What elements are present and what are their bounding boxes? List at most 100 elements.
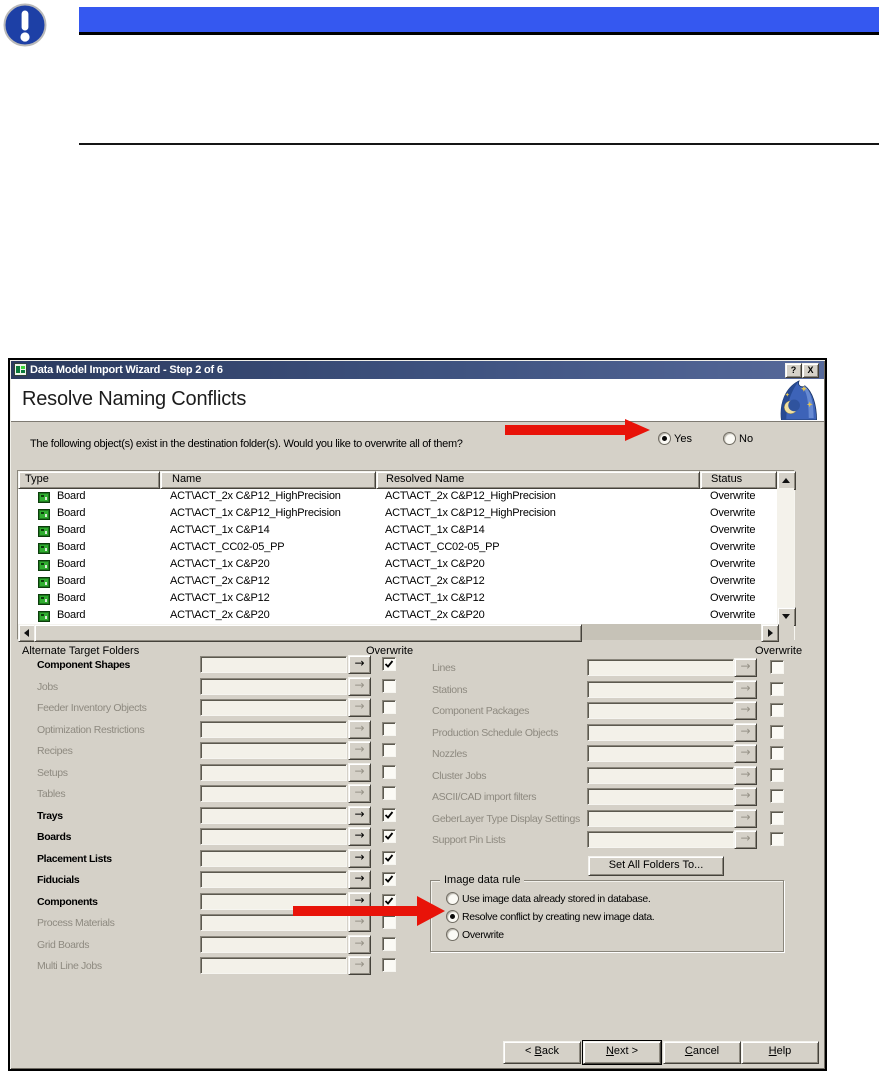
folder-input-setups[interactable] [200, 763, 347, 781]
overwrite-checkbox-feeder-inventory-objects[interactable] [382, 700, 396, 714]
overwrite-checkbox-placement-lists[interactable] [382, 850, 396, 865]
warning-exclamation-icon [3, 3, 47, 47]
overwrite-checkbox-recipes[interactable] [382, 743, 396, 757]
folder-input-boards[interactable] [200, 828, 347, 845]
folder-input-feeder-inventory-objects[interactable] [200, 699, 347, 716]
folder-input-stations[interactable] [587, 680, 734, 698]
horizontal-scroll-thumb[interactable] [34, 624, 582, 642]
browse-arrow-button-lines[interactable]: → [734, 658, 757, 677]
help-button[interactable]: Help [741, 1041, 819, 1064]
cell-status: Overwrite [710, 558, 756, 570]
dialog-titlebar[interactable]: Data Model Import Wizard - Step 2 of 6 ?… [11, 361, 824, 379]
image-rule-radio-use-image-data-already-stored-in-database-[interactable] [446, 892, 459, 905]
column-header-name[interactable]: Name [160, 471, 376, 489]
browse-arrow-button-stations[interactable]: → [734, 679, 757, 699]
overwrite-checkbox-trays[interactable] [382, 807, 396, 822]
cell-status: Overwrite [710, 524, 756, 536]
column-header-type[interactable]: Type [18, 471, 160, 489]
overwrite-checkbox-cluster-jobs[interactable] [770, 767, 784, 782]
browse-arrow-button-fiducials[interactable]: → [348, 870, 371, 889]
folder-input-jobs[interactable] [200, 677, 347, 695]
overwrite-checkbox-support-pin-lists[interactable] [770, 832, 784, 846]
browse-arrow-button-multi-line-jobs[interactable]: → [348, 956, 371, 975]
table-row[interactable]: Board ACT\ACT_2x C&P12 ACT\ACT_2x C&P12 Ove… [18, 573, 777, 590]
overwrite-checkbox-optimization-restrictions[interactable] [382, 721, 396, 736]
overwrite-checkbox-tables[interactable] [382, 786, 396, 800]
column-header-resolved-name[interactable]: Resolved Name [376, 471, 700, 489]
conflicts-table[interactable]: Type Name Resolved Name Status Board ACT\ACT… [17, 470, 796, 642]
browse-arrow-button-component-shapes[interactable]: → [348, 655, 371, 674]
browse-arrow-button-trays[interactable]: → [348, 805, 371, 825]
table-row[interactable]: Board ACT\ACT_1x C&P12 ACT\ACT_1x C&P12 Ove… [18, 590, 777, 607]
folder-input-lines[interactable] [587, 659, 734, 676]
cancel-button[interactable]: Cancel [663, 1041, 741, 1064]
browse-arrow-button-tables[interactable]: → [348, 784, 371, 803]
image-rule-radio-resolve-conflict-by-creating-new-image-data-[interactable] [446, 910, 459, 923]
folder-input-optimization-restrictions[interactable] [200, 720, 347, 738]
browse-arrow-button-ascii-cad-import-filters[interactable]: → [734, 787, 757, 806]
browse-arrow-button-feeder-inventory-objects[interactable]: → [348, 698, 371, 717]
overwrite-all-radio-no[interactable] [723, 432, 736, 445]
folder-input-support-pin-lists[interactable] [587, 831, 734, 848]
folder-input-placement-lists[interactable] [200, 849, 347, 867]
cell-name: ACT\ACT_1x C&P20 [170, 558, 270, 570]
browse-arrow-button-boards[interactable]: → [348, 827, 371, 846]
overwrite-checkbox-component-packages[interactable] [770, 703, 784, 717]
overwrite-all-radio-yes[interactable] [658, 432, 671, 445]
overwrite-checkbox-production-schedule-objects[interactable] [770, 724, 784, 739]
back-button[interactable]: < Back [503, 1041, 581, 1064]
image-rule-radio-overwrite[interactable] [446, 928, 459, 941]
table-row[interactable]: Board ACT\ACT_2x C&P20 ACT\ACT_2x C&P20 Ove… [18, 607, 777, 624]
overwrite-checkbox-stations[interactable] [770, 681, 784, 696]
folder-input-cluster-jobs[interactable] [587, 766, 734, 784]
folder-input-trays[interactable] [200, 806, 347, 824]
overwrite-checkbox-setups[interactable] [382, 764, 396, 779]
folder-input-multi-line-jobs[interactable] [200, 957, 347, 974]
overwrite-checkbox-multi-line-jobs[interactable] [382, 958, 396, 972]
folder-input-tables[interactable] [200, 785, 347, 802]
overwrite-checkbox-lines[interactable] [770, 660, 784, 674]
table-row[interactable]: Board ACT\ACT_1x C&P20 ACT\ACT_1x C&P20 Ove… [18, 556, 777, 573]
overwrite-checkbox-fiducials[interactable] [382, 872, 396, 886]
table-row[interactable]: Board ACT\ACT_1x C&P14 ACT\ACT_1x C&P14 Ove… [18, 522, 777, 539]
vertical-scroll-track[interactable] [777, 488, 794, 607]
table-row[interactable]: Board ACT\ACT_2x C&P12_HighPrecision ACT\A… [18, 488, 777, 505]
folder-label-boards: Boards [37, 831, 72, 843]
folder-input-component-shapes[interactable] [200, 656, 347, 673]
column-header-status[interactable]: Status [700, 471, 777, 489]
scroll-right-button[interactable] [761, 624, 779, 642]
folder-input-production-schedule-objects[interactable] [587, 723, 734, 741]
help-button[interactable]: ? [785, 363, 802, 378]
browse-arrow-button-support-pin-lists[interactable]: → [734, 830, 757, 849]
overwrite-checkbox-grid-boards[interactable] [382, 936, 396, 951]
close-button[interactable]: X [802, 363, 819, 378]
next-button[interactable]: Next > [582, 1040, 662, 1065]
browse-arrow-button-optimization-restrictions[interactable]: → [348, 719, 371, 739]
folder-input-recipes[interactable] [200, 742, 347, 759]
browse-arrow-button-geberlayer-type-display-settings[interactable]: → [734, 808, 757, 828]
folder-input-ascii-cad-import-filters[interactable] [587, 788, 734, 805]
browse-arrow-button-setups[interactable]: → [348, 762, 371, 782]
table-row[interactable]: Board ACT\ACT_CC02-05_PP ACT\ACT_CC02-05_P… [18, 539, 777, 556]
overwrite-checkbox-boards[interactable] [382, 829, 396, 843]
browse-arrow-button-recipes[interactable]: → [348, 741, 371, 760]
overwrite-checkbox-geberlayer-type-display-settings[interactable] [770, 810, 784, 825]
browse-arrow-button-cluster-jobs[interactable]: → [734, 765, 757, 785]
browse-arrow-button-production-schedule-objects[interactable]: → [734, 722, 757, 742]
overwrite-checkbox-ascii-cad-import-filters[interactable] [770, 789, 784, 803]
overwrite-checkbox-component-shapes[interactable] [382, 657, 396, 671]
browse-arrow-button-jobs[interactable]: → [348, 676, 371, 696]
browse-arrow-button-grid-boards[interactable]: → [348, 934, 371, 954]
set-all-folders-button[interactable]: Set All Folders To... [588, 856, 724, 876]
overwrite-checkbox-jobs[interactable] [382, 678, 396, 693]
browse-arrow-button-nozzles[interactable]: → [734, 744, 757, 763]
folder-input-nozzles[interactable] [587, 745, 734, 762]
folder-input-grid-boards[interactable] [200, 935, 347, 953]
folder-input-geberlayer-type-display-settings[interactable] [587, 809, 734, 827]
browse-arrow-button-placement-lists[interactable]: → [348, 848, 371, 868]
folder-input-fiducials[interactable] [200, 871, 347, 888]
folder-input-component-packages[interactable] [587, 702, 734, 719]
overwrite-checkbox-nozzles[interactable] [770, 746, 784, 760]
browse-arrow-button-component-packages[interactable]: → [734, 701, 757, 720]
table-row[interactable]: Board ACT\ACT_1x C&P12_HighPrecision ACT\A… [18, 505, 777, 522]
